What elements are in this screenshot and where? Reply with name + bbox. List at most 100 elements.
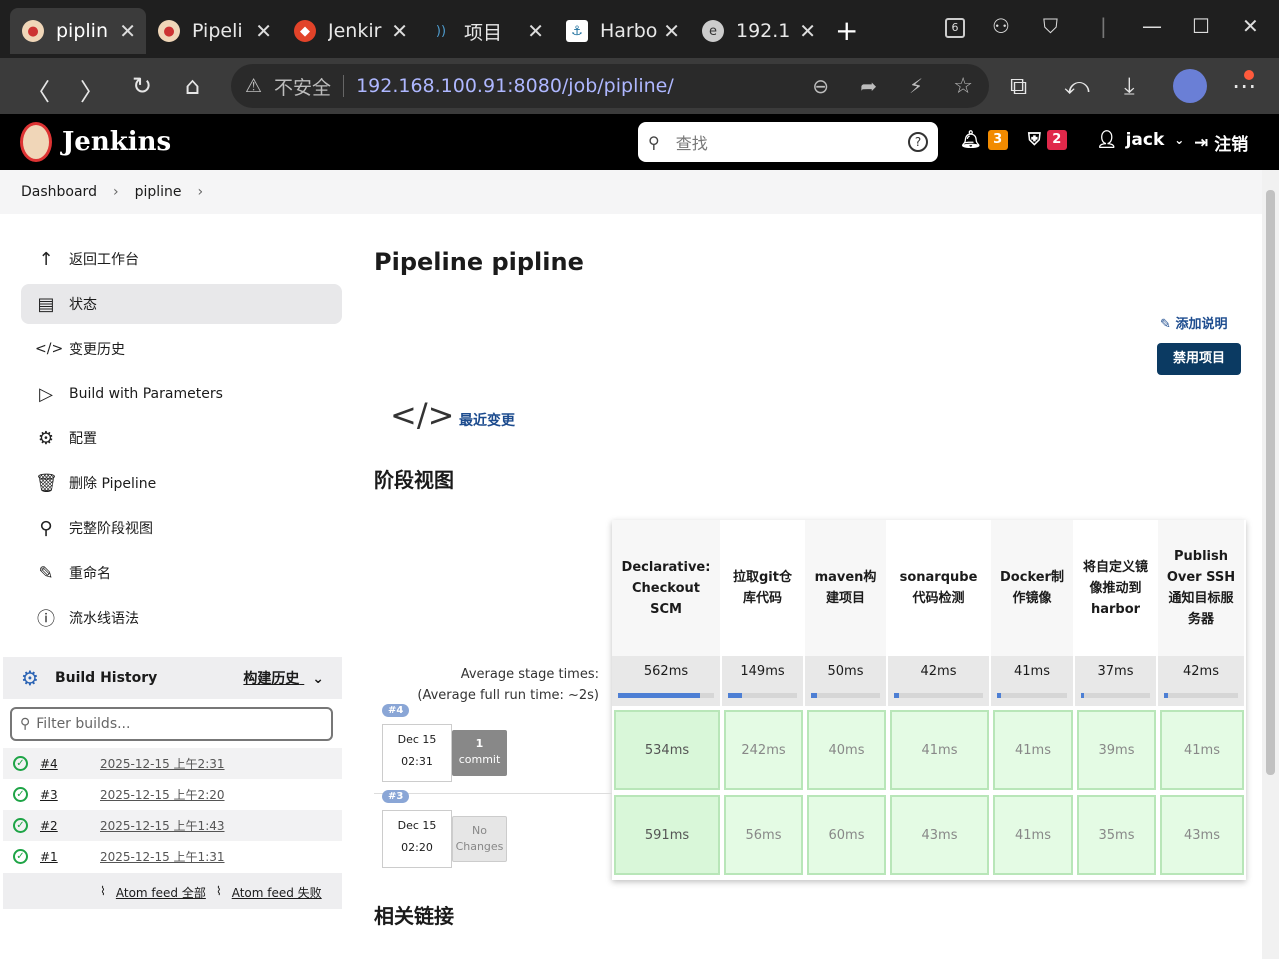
address-bar[interactable]: ⚠ 不安全 192.168.100.91:8080/job/pipline/ ⊖… xyxy=(231,64,989,108)
build-row[interactable]: ✓ #3 2025-12-15 上午2:20 xyxy=(3,779,342,810)
close-icon[interactable]: ✕ xyxy=(799,19,816,43)
stage-cell[interactable]: 39ms xyxy=(1077,710,1156,790)
breadcrumb-job[interactable]: pipline xyxy=(135,184,182,200)
star-icon[interactable]: ☆ xyxy=(953,74,973,99)
browser-tab[interactable]: ● Pipeli ✕ xyxy=(146,8,282,54)
stage-cell[interactable]: 35ms xyxy=(1077,795,1156,875)
stage-cell[interactable]: 242ms xyxy=(724,710,803,790)
stage-cell[interactable]: 41ms xyxy=(993,795,1073,875)
help-icon[interactable]: ? xyxy=(908,132,928,152)
jenkins-logo[interactable]: Jenkins xyxy=(20,122,171,162)
build-number[interactable]: #1 xyxy=(40,850,100,864)
sidebar-item-changes[interactable]: </> 变更历史 xyxy=(21,329,342,369)
extension-icon[interactable]: ⧉ xyxy=(1010,72,1027,100)
sidebar-item-full-stage-view[interactable]: ⚲ 完整阶段视图 xyxy=(21,508,342,548)
stage-cell[interactable]: 40ms xyxy=(807,710,886,790)
rss-icon: ⌇ xyxy=(215,884,222,898)
browser-tab[interactable]: e 192.1 ✕ xyxy=(690,8,826,54)
build-number[interactable]: #3 xyxy=(40,788,100,802)
disable-project-button[interactable]: 禁用项目 xyxy=(1157,343,1241,375)
build-date[interactable]: 2025-12-15 上午2:31 xyxy=(100,755,225,772)
build-date[interactable]: 2025-12-15 上午2:20 xyxy=(100,786,225,803)
shirt-icon[interactable]: ⛉ xyxy=(1043,14,1058,38)
scrollbar-thumb[interactable] xyxy=(1266,190,1275,775)
tab-counter-icon[interactable]: 6 xyxy=(945,18,965,38)
filter-builds-input[interactable]: ⚲ Filter builds... xyxy=(10,707,333,741)
user-menu[interactable]: 👤︎ jack ⌄ xyxy=(1096,130,1184,150)
back-icon[interactable]: 〈 xyxy=(26,72,50,107)
logout-button[interactable]: ⇥ 注销 xyxy=(1194,130,1249,156)
avatar[interactable] xyxy=(1173,69,1207,103)
search-box[interactable]: ⚲ 查找 ? xyxy=(638,122,938,162)
search-input[interactable]: 查找 xyxy=(676,130,908,154)
incognito-icon[interactable]: ⚇ xyxy=(992,14,1010,38)
sidebar-item-configure[interactable]: ⚙ 配置 xyxy=(21,418,342,458)
download-icon[interactable]: ⤓ xyxy=(1124,72,1135,100)
notifications-button[interactable]: 🔔︎ 3 xyxy=(960,130,1008,150)
success-icon: ✓ xyxy=(13,818,28,833)
build-row[interactable]: ✓ #2 2025-12-15 上午1:43 xyxy=(3,810,342,841)
security-button[interactable]: ⛨ 2 xyxy=(1028,130,1067,150)
stage-cell[interactable]: 591ms xyxy=(614,795,720,875)
browser-tab[interactable]: ● piplin ✕ xyxy=(10,8,146,54)
share-icon[interactable]: ➦ xyxy=(860,74,877,98)
build-date[interactable]: 2025-12-15 上午1:31 xyxy=(100,848,225,865)
close-window-icon[interactable]: ✕ xyxy=(1242,14,1259,38)
close-icon[interactable]: ✕ xyxy=(527,19,544,43)
run-tag[interactable]: #4 xyxy=(382,704,410,717)
average-stage-times-label: Average stage times: (Average full run t… xyxy=(374,664,599,706)
sidebar-item-delete[interactable]: 🗑︎ 删除 Pipeline xyxy=(21,463,342,503)
build-row[interactable]: ✓ #4 2025-12-15 上午2:31 xyxy=(3,748,342,779)
minimize-icon[interactable]: — xyxy=(1142,14,1162,38)
new-tab-icon[interactable]: + xyxy=(835,14,858,47)
stage-average-bar-fill xyxy=(1081,693,1085,698)
browser-tab[interactable]: ◆ Jenkir ✕ xyxy=(282,8,418,54)
stage-cell[interactable]: 56ms xyxy=(724,795,803,875)
zoom-icon[interactable]: ⊖ xyxy=(812,74,829,98)
sidebar-item-back[interactable]: ↑ 返回工作台 xyxy=(21,239,342,279)
build-number[interactable]: #2 xyxy=(40,819,100,833)
add-description-link[interactable]: ✎ 添加说明 xyxy=(1160,313,1227,332)
run-tag[interactable]: #3 xyxy=(382,790,410,803)
atom-feed-failed[interactable]: Atom feed 失败 xyxy=(232,884,322,901)
build-date[interactable]: 2025-12-15 上午1:43 xyxy=(100,817,225,834)
stage-cell[interactable]: 534ms xyxy=(614,710,720,790)
sidebar-item-rename[interactable]: ✎ 重命名 xyxy=(21,553,342,593)
undo-icon[interactable]: ⤺ xyxy=(1064,72,1090,100)
sidebar-item-status[interactable]: ▤ 状态 xyxy=(21,284,342,324)
stage-cell[interactable]: 41ms xyxy=(1160,710,1244,790)
atom-feed-all[interactable]: Atom feed 全部 xyxy=(116,884,206,901)
forward-icon[interactable]: 〉 xyxy=(80,72,104,107)
browser-tab[interactable]: ⚓ Harbo ✕ xyxy=(554,8,690,54)
close-icon[interactable]: ✕ xyxy=(119,19,136,43)
stage-cell[interactable]: 41ms xyxy=(993,710,1073,790)
scrollbar[interactable] xyxy=(1262,170,1279,959)
close-icon[interactable]: ✕ xyxy=(255,19,272,43)
reload-icon[interactable]: ↻ xyxy=(132,72,152,100)
sidebar-item-pipeline-syntax[interactable]: ⓘ 流水线语法 xyxy=(21,598,342,638)
close-icon[interactable]: ✕ xyxy=(663,19,680,43)
stage-cell[interactable]: 43ms xyxy=(890,795,989,875)
home-icon[interactable]: ⌂ xyxy=(185,72,200,100)
stage-cell[interactable]: 41ms xyxy=(890,710,989,790)
recent-changes-link[interactable]: 最近变更 xyxy=(459,410,515,430)
browser-tab[interactable]: )) 项目 ✕ xyxy=(418,8,554,54)
build-number[interactable]: #4 xyxy=(40,757,100,771)
breadcrumb-dashboard[interactable]: Dashboard xyxy=(21,184,97,200)
close-icon[interactable]: ✕ xyxy=(391,19,408,43)
chevron-right-icon: › xyxy=(112,184,119,200)
avg-label-line2: (Average full run time: ~2s) xyxy=(417,688,599,703)
maximize-icon[interactable]: ☐ xyxy=(1192,14,1210,38)
build-row[interactable]: ✓ #1 2025-12-15 上午1:31 xyxy=(3,841,342,872)
changes-box[interactable]: 1 commit xyxy=(452,730,507,776)
chevron-right-icon[interactable]: › xyxy=(198,184,204,200)
lightning-icon[interactable]: ⚡ xyxy=(909,74,923,98)
sidebar-item-build-with-parameters[interactable]: ▷ Build with Parameters xyxy=(21,374,342,414)
logout-label: 注销 xyxy=(1214,135,1249,155)
run-row-4[interactable]: #4 Dec 15 02:31 1 commit xyxy=(374,704,612,794)
stage-cell[interactable]: 43ms xyxy=(1160,795,1244,875)
build-history-toggle[interactable]: 构建历史 ⌄ xyxy=(243,668,324,688)
run-row-3[interactable]: #3 Dec 15 02:20 No Changes xyxy=(374,790,612,880)
stage-cell[interactable]: 60ms xyxy=(807,795,886,875)
stage-average-value: 42ms xyxy=(1183,664,1219,679)
